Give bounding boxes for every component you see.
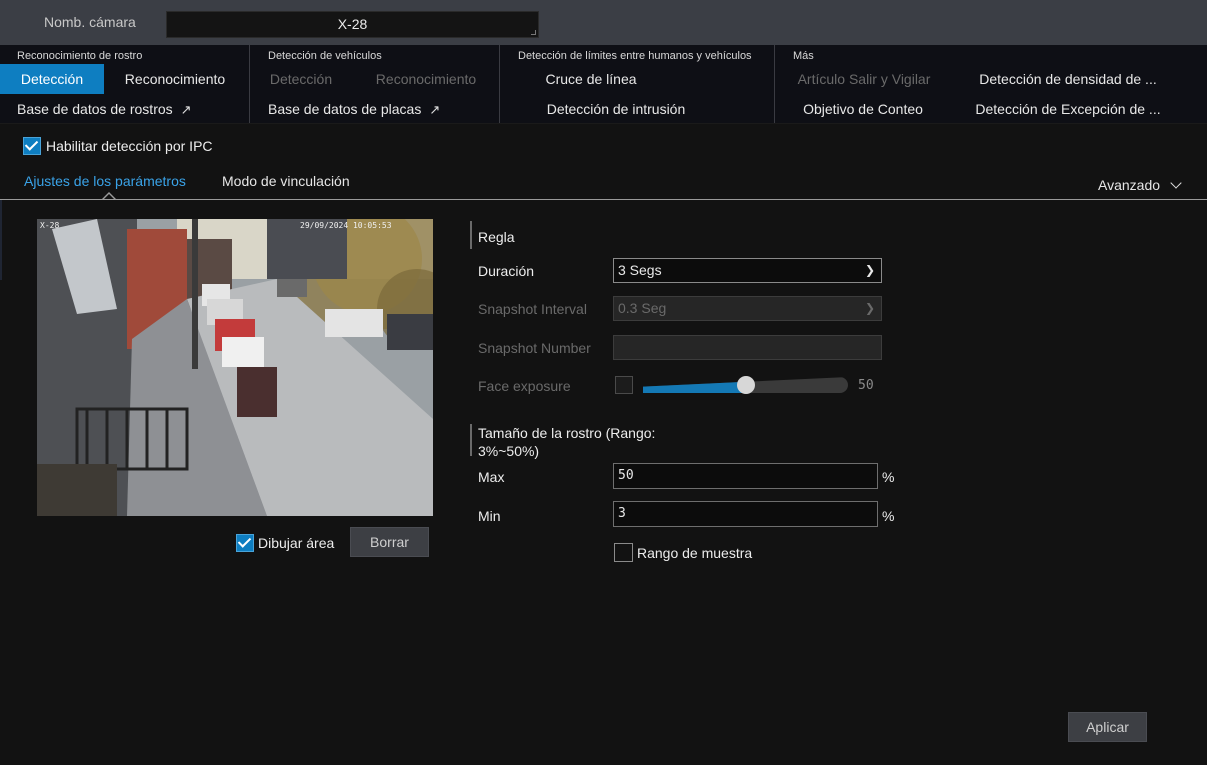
min-unit: % xyxy=(882,508,895,524)
abandoned-object-tab[interactable]: Artículo Salir y Vigilar xyxy=(784,64,944,94)
crowd-density-tab[interactable]: Detección de densidad de ... xyxy=(962,64,1174,94)
category-divider xyxy=(499,45,500,123)
max-input[interactable]: 50 xyxy=(613,463,878,489)
face-exposure-label: Face exposure xyxy=(478,378,571,394)
edge-accent xyxy=(0,200,2,280)
snapshot-interval-select[interactable]: 0.3 Seg ❯ xyxy=(613,296,882,321)
category-heading-face: Reconocimiento de rostro xyxy=(17,50,143,62)
vehicle-detection-tab[interactable]: Detección xyxy=(258,64,344,94)
external-link-icon: ↗ xyxy=(180,102,192,117)
section-marker xyxy=(470,221,472,249)
slider-thumb[interactable] xyxy=(737,376,755,394)
duration-value: 3 Segs xyxy=(618,262,662,278)
active-tab-indicator-fill xyxy=(104,194,114,199)
slider-fill xyxy=(643,381,746,393)
face-size-title-line2: 3%~50%) xyxy=(478,443,540,459)
duration-label: Duración xyxy=(478,263,535,279)
category-divider xyxy=(774,45,775,123)
tab-parameter-settings[interactable]: Ajustes de los parámetros xyxy=(24,173,186,189)
face-size-title: Tamaño de la rostro (Rango: 3%~50%) xyxy=(478,425,655,459)
external-link-icon: ↗ xyxy=(429,102,441,117)
tab-linkage-mode[interactable]: Modo de vinculación xyxy=(222,173,350,189)
face-exposure-value: 50 xyxy=(858,378,874,393)
min-label: Min xyxy=(478,508,501,524)
category-heading-boundary: Detección de límites entre humanos y veh… xyxy=(518,50,752,62)
face-database-link[interactable]: Base de datos de rostros ↗ xyxy=(17,94,192,124)
snapshot-number-input[interactable] xyxy=(613,335,882,360)
category-heading-vehicle: Detección de vehículos xyxy=(268,50,382,62)
category-divider xyxy=(249,45,250,123)
line-crossing-tab[interactable]: Cruce de línea xyxy=(508,64,674,94)
tab-underline xyxy=(0,199,1207,200)
face-exposure-slider[interactable] xyxy=(643,376,848,394)
camera-select[interactable]: X-28 xyxy=(166,11,539,38)
advanced-toggle[interactable]: Avanzado xyxy=(1098,177,1182,193)
clear-button[interactable]: Borrar xyxy=(350,527,429,557)
draw-area-checkbox[interactable] xyxy=(236,534,254,552)
draw-area-label: Dibujar área xyxy=(258,535,335,551)
category-heading-more: Más xyxy=(793,50,814,62)
chevron-down-icon: ❯ xyxy=(864,301,875,315)
target-counting-tab[interactable]: Objetivo de Conteo xyxy=(784,94,942,124)
osd-camera-name: X-28 xyxy=(40,221,60,230)
apply-button[interactable]: Aplicar xyxy=(1068,712,1147,742)
live-preview[interactable]: X-28 29/09/2024 10:05:53 xyxy=(37,219,433,516)
enable-ipc-checkbox[interactable] xyxy=(23,137,41,155)
face-detection-tab[interactable]: Detección xyxy=(0,64,104,94)
plate-database-label: Base de datos de placas xyxy=(268,101,422,117)
advanced-label: Avanzado xyxy=(1098,177,1161,193)
chevron-down-icon: ❯ xyxy=(864,263,875,277)
sample-range-checkbox[interactable] xyxy=(614,543,633,562)
face-exposure-checkbox[interactable] xyxy=(615,376,633,394)
snapshot-interval-value: 0.3 Seg xyxy=(618,300,667,316)
street-scene-image xyxy=(37,219,433,516)
face-size-title-line1: Tamaño de la rostro (Rango: xyxy=(478,425,656,441)
plate-database-link[interactable]: Base de datos de placas ↗ xyxy=(268,94,440,124)
vehicle-recognition-tab[interactable]: Reconocimiento xyxy=(364,64,488,94)
sample-range-label: Rango de muestra xyxy=(637,545,753,561)
exception-detection-tab[interactable]: Detección de Excepción de ... xyxy=(962,94,1174,124)
osd-timestamp: 29/09/2024 10:05:53 xyxy=(300,221,392,230)
camera-name-label: Nomb. cámara xyxy=(44,14,136,30)
max-unit: % xyxy=(882,469,895,485)
enable-ipc-label: Habilitar detección por IPC xyxy=(46,138,213,154)
duration-select[interactable]: 3 Segs ❯ xyxy=(613,258,882,283)
intrusion-detection-tab[interactable]: Detección de intrusión xyxy=(508,94,724,124)
max-label: Max xyxy=(478,469,505,485)
snapshot-interval-label: Snapshot Interval xyxy=(478,301,587,317)
camera-select-value: X-28 xyxy=(337,16,368,32)
divider xyxy=(0,123,1207,124)
min-input[interactable]: 3 xyxy=(613,501,878,527)
resize-corner-icon xyxy=(531,30,536,35)
face-database-label: Base de datos de rostros xyxy=(17,101,173,117)
snapshot-number-label: Snapshot Number xyxy=(478,340,591,356)
face-recognition-tab[interactable]: Reconocimiento xyxy=(112,64,238,94)
section-marker xyxy=(470,424,472,456)
chevron-down-icon xyxy=(1170,177,1182,189)
rule-title: Regla xyxy=(478,229,515,245)
